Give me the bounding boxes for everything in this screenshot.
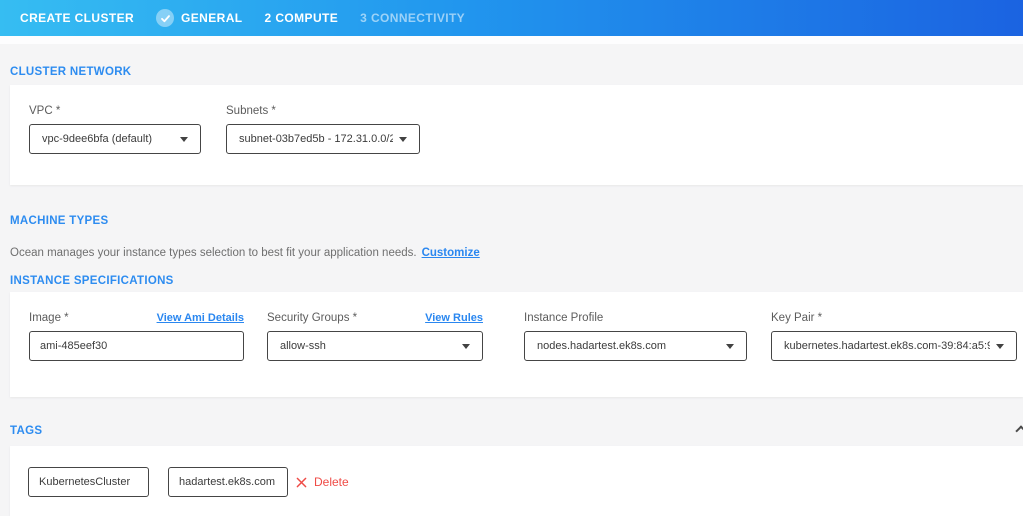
instance-profile-select[interactable]: nodes.hadartest.ek8s.com bbox=[524, 331, 747, 361]
page-title: CREATE CLUSTER bbox=[20, 11, 134, 25]
subnets-field: Subnets * subnet-03b7ed5b - 172.31.0.0/2… bbox=[226, 105, 420, 154]
tab-general-label: GENERAL bbox=[181, 11, 242, 25]
subnets-label: Subnets * bbox=[226, 105, 420, 118]
view-ami-details-link[interactable]: View Ami Details bbox=[157, 312, 244, 324]
delete-tag-label: Delete bbox=[314, 475, 349, 489]
section-title-instance-specifications: INSTANCE SPECIFICATIONS bbox=[10, 275, 174, 287]
instance-profile-label: Instance Profile bbox=[524, 312, 747, 325]
cluster-network-card: VPC * vpc-9dee6bfa (default) Subnets * s… bbox=[10, 85, 1023, 185]
check-icon bbox=[156, 9, 174, 27]
section-title-cluster-network: CLUSTER NETWORK bbox=[10, 66, 131, 78]
key-pair-field: Key Pair * kubernetes.hadartest.ek8s.com… bbox=[771, 312, 1017, 361]
instance-profile-field: Instance Profile nodes.hadartest.ek8s.co… bbox=[524, 312, 747, 361]
security-groups-selected-value: allow-ssh bbox=[280, 340, 326, 352]
security-groups-label: Security Groups * bbox=[267, 312, 357, 325]
chevron-down-icon bbox=[462, 344, 470, 349]
header-divider bbox=[0, 36, 1023, 44]
image-input[interactable] bbox=[29, 331, 244, 361]
key-pair-select[interactable]: kubernetes.hadartest.ek8s.com-39:84:a5:9… bbox=[771, 331, 1017, 361]
key-pair-label: Key Pair * bbox=[771, 312, 1017, 325]
chevron-down-icon bbox=[399, 137, 407, 142]
image-label: Image * bbox=[29, 312, 69, 325]
delete-tag-button[interactable]: Delete bbox=[296, 475, 349, 489]
machine-types-description-text: Ocean manages your instance types select… bbox=[10, 247, 417, 259]
subnets-select[interactable]: subnet-03b7ed5b - 172.31.0.0/20 ... bbox=[226, 124, 420, 154]
chevron-down-icon bbox=[180, 137, 188, 142]
tab-connectivity-label: 3 CONNECTIVITY bbox=[360, 11, 465, 25]
vpc-field: VPC * vpc-9dee6bfa (default) bbox=[29, 105, 201, 154]
machine-types-description: Ocean manages your instance types select… bbox=[10, 247, 480, 259]
collapse-section-icon[interactable] bbox=[1015, 425, 1023, 436]
instance-specifications-card: Image * View Ami Details Security Groups… bbox=[10, 292, 1023, 397]
tag-key-input[interactable] bbox=[28, 467, 149, 497]
image-field: Image * View Ami Details bbox=[29, 312, 244, 361]
create-cluster-page: CREATE CLUSTER GENERAL 2 COMPUTE 3 CONNE… bbox=[0, 0, 1023, 516]
section-title-machine-types: MACHINE TYPES bbox=[10, 215, 108, 227]
tab-connectivity[interactable]: 3 CONNECTIVITY bbox=[360, 11, 465, 25]
chevron-down-icon bbox=[726, 344, 734, 349]
chevron-down-icon bbox=[996, 344, 1004, 349]
view-rules-link[interactable]: View Rules bbox=[425, 312, 483, 324]
vpc-label: VPC * bbox=[29, 105, 201, 118]
tab-compute-label: 2 COMPUTE bbox=[265, 11, 339, 25]
section-title-tags: TAGS bbox=[10, 425, 42, 437]
tag-row: Delete bbox=[10, 446, 1023, 497]
tag-value-input[interactable] bbox=[168, 467, 288, 497]
x-icon bbox=[296, 477, 307, 488]
security-groups-field: Security Groups * View Rules allow-ssh bbox=[267, 312, 483, 361]
tags-card: Delete bbox=[10, 446, 1023, 516]
vpc-select[interactable]: vpc-9dee6bfa (default) bbox=[29, 124, 201, 154]
security-groups-select[interactable]: allow-ssh bbox=[267, 331, 483, 361]
wizard-header: CREATE CLUSTER GENERAL 2 COMPUTE 3 CONNE… bbox=[0, 0, 1023, 36]
instance-profile-selected-value: nodes.hadartest.ek8s.com bbox=[537, 340, 666, 352]
tab-compute[interactable]: 2 COMPUTE bbox=[265, 11, 339, 25]
customize-link[interactable]: Customize bbox=[422, 247, 480, 259]
key-pair-selected-value: kubernetes.hadartest.ek8s.com-39:84:a5:9… bbox=[784, 340, 990, 352]
tab-general[interactable]: GENERAL bbox=[156, 9, 242, 27]
subnets-selected-value: subnet-03b7ed5b - 172.31.0.0/20 ... bbox=[239, 133, 393, 145]
vpc-selected-value: vpc-9dee6bfa (default) bbox=[42, 133, 152, 145]
